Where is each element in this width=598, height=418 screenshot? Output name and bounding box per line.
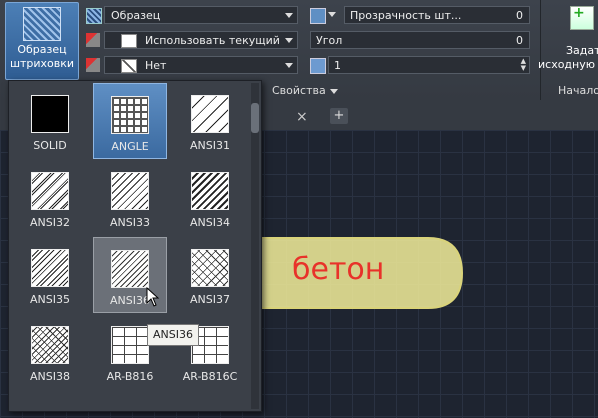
hatch-pattern-icon <box>23 7 61 41</box>
pattern-label: ANSI38 <box>30 370 70 383</box>
color-swatch <box>121 34 137 48</box>
hatch-color-combo[interactable]: Использовать текущий <box>104 31 298 49</box>
pattern-swatch-icon <box>31 95 69 133</box>
pattern-label: ANSI35 <box>30 293 70 306</box>
pattern-label: ANGLE <box>111 140 149 153</box>
pattern-label: ANSI33 <box>110 216 150 229</box>
pattern-swatch-icon <box>191 249 229 287</box>
transparency-label: Прозрачность шт... <box>350 9 462 22</box>
transparency-value: 0 <box>516 9 523 22</box>
pattern-tile-ansi35[interactable]: ANSI35 <box>13 237 87 313</box>
pattern-swatch-icon <box>31 172 69 210</box>
pattern-swatch-icon <box>111 250 149 288</box>
set-origin-line1: Задат <box>566 44 598 57</box>
pattern-tile-angle[interactable]: ANGLE <box>93 83 167 159</box>
properties-panel-label[interactable]: Свойства <box>272 84 338 97</box>
pattern-label: AR-B816 <box>106 370 154 383</box>
scroll-thumb[interactable] <box>251 103 259 133</box>
hatch-color-icon <box>86 33 100 47</box>
pattern-tile-ansi38[interactable]: ANSI38 <box>13 314 87 390</box>
pattern-tile-solid[interactable]: SOLID <box>13 83 87 159</box>
chevron-down-icon <box>329 88 338 94</box>
background-color-value: Нет <box>145 59 167 72</box>
mouse-cursor-icon <box>146 287 160 307</box>
pattern-swatch-icon <box>111 326 149 364</box>
set-origin-button[interactable]: Задат исходную <box>538 44 598 72</box>
scale-field[interactable]: 1 ▲ ▼ <box>328 56 530 74</box>
properties-label-text: Свойства <box>272 84 326 97</box>
spinner-arrows-icon[interactable]: ▲ ▼ <box>521 58 526 72</box>
angle-label: Угол <box>316 34 343 47</box>
start-panel-label[interactable]: Начало <box>558 84 598 97</box>
hatch-pattern-gallery: SOLID ANGLE ANSI31 ANSI32 ANSI33 ANSI34 ANSI35… <box>8 80 262 412</box>
pattern-tile-ansi37[interactable]: ANSI37 <box>173 237 247 313</box>
pattern-tile-ansi33[interactable]: ANSI33 <box>93 160 167 236</box>
background-color-icon <box>86 58 100 72</box>
angle-value: 0 <box>516 34 523 47</box>
pattern-label: ANSI31 <box>190 139 230 152</box>
pattern-label: SOLID <box>33 139 67 152</box>
scale-value: 1 <box>334 59 341 72</box>
pattern-swatch-icon <box>111 172 149 210</box>
pattern-label: ANSI37 <box>190 293 230 306</box>
hatch-type-combo[interactable]: Образец <box>104 6 298 24</box>
pattern-swatch-icon <box>111 96 149 134</box>
panel-divider <box>540 0 541 100</box>
transparency-field[interactable]: Прозрачность шт... 0 <box>344 6 530 24</box>
set-origin-line2: исходную <box>538 58 596 71</box>
pattern-swatch-icon <box>31 326 69 364</box>
gallery-scrollbar[interactable] <box>251 83 259 409</box>
scale-icon <box>310 58 326 74</box>
close-tab-icon[interactable]: × <box>296 109 308 125</box>
annotation-label: бетон <box>292 252 385 287</box>
background-color-combo[interactable]: Нет <box>104 56 298 74</box>
pattern-tile-ansi32[interactable]: ANSI32 <box>13 160 87 236</box>
pattern-label: ANSI34 <box>190 216 230 229</box>
pattern-swatch-icon <box>191 172 229 210</box>
pattern-tooltip: ANSI36 <box>147 324 199 346</box>
hatch-pattern-button[interactable]: Образец штриховки <box>5 2 79 80</box>
hatch-type-icon <box>86 8 102 24</box>
pattern-tile-ansi34[interactable]: ANSI34 <box>173 160 247 236</box>
set-origin-icon: + <box>570 5 594 30</box>
hatch-pattern-label-2: штриховки <box>9 57 75 70</box>
hatch-color-value: Использовать текущий <box>145 34 280 47</box>
background-swatch <box>121 59 137 73</box>
pattern-swatch-icon <box>31 249 69 287</box>
pattern-label: AR-B816C <box>182 370 238 383</box>
transparency-icon <box>310 8 326 24</box>
pattern-swatch-icon <box>191 95 229 133</box>
angle-field[interactable]: Угол 0 <box>310 31 530 49</box>
pattern-tile-ansi31[interactable]: ANSI31 <box>173 83 247 159</box>
hatch-pattern-label-1: Образец <box>17 43 67 56</box>
hatch-type-value: Образец <box>111 9 161 22</box>
pattern-label: ANSI32 <box>30 216 70 229</box>
transparency-dropdown-arrow[interactable] <box>328 12 336 17</box>
new-tab-button[interactable]: + <box>330 108 348 124</box>
